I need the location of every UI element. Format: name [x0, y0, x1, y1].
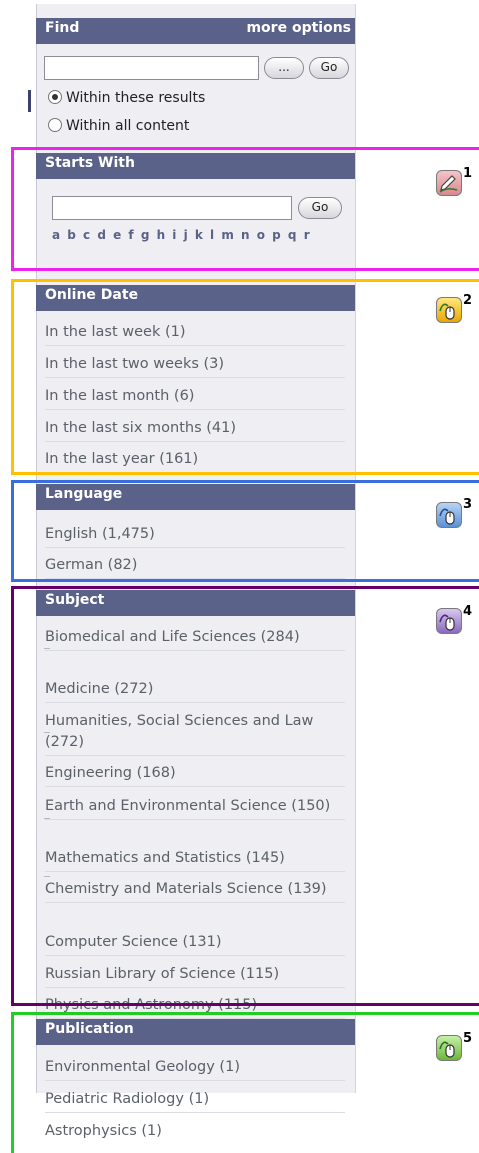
marker-number: 2 [463, 293, 473, 308]
publication-item[interactable]: Environmental Geology (1) [45, 1057, 345, 1081]
radio-all-content[interactable]: Within all content [48, 116, 189, 136]
find-title: Find [45, 20, 80, 36]
annotation-frame-1 [11, 147, 479, 271]
radio-label: Within these results [66, 90, 206, 106]
publication-item[interactable]: Pediatric Radiology (1) [45, 1089, 345, 1113]
publication-title: Publication [45, 1021, 134, 1037]
marker-number: 3 [463, 497, 473, 512]
mouse-click-icon [436, 297, 462, 323]
mouse-click-icon [436, 608, 462, 634]
annotation-frame-4 [11, 586, 479, 1006]
mouse-click-icon [436, 1035, 462, 1061]
mouse-click-icon [436, 502, 462, 528]
find-input[interactable] [44, 56, 259, 80]
annotation-frame-5-top [11, 1012, 479, 1015]
marker-number: 4 [463, 604, 473, 619]
marker-number: 1 [463, 166, 473, 181]
publication-header: Publication [36, 1019, 355, 1045]
pen-edit-icon [436, 170, 462, 196]
radio-label: Within all content [66, 118, 190, 134]
radio-within-results[interactable]: Within these results [48, 88, 205, 108]
side-indicator [28, 90, 31, 112]
publication-item[interactable]: Astrophysics (1) [45, 1121, 345, 1144]
radio-button-selected[interactable] [48, 90, 62, 104]
annotation-frame-5-left [11, 1012, 14, 1153]
ellipsis-button[interactable]: ... [264, 57, 304, 79]
more-options-link[interactable]: more options [246, 20, 351, 36]
find-go-button[interactable]: Go [309, 57, 349, 79]
marker-number: 5 [463, 1031, 473, 1046]
annotation-frame-2 [11, 279, 479, 475]
annotation-frame-3 [11, 480, 479, 582]
find-header: Find more options [36, 18, 355, 44]
radio-button[interactable] [48, 118, 62, 132]
